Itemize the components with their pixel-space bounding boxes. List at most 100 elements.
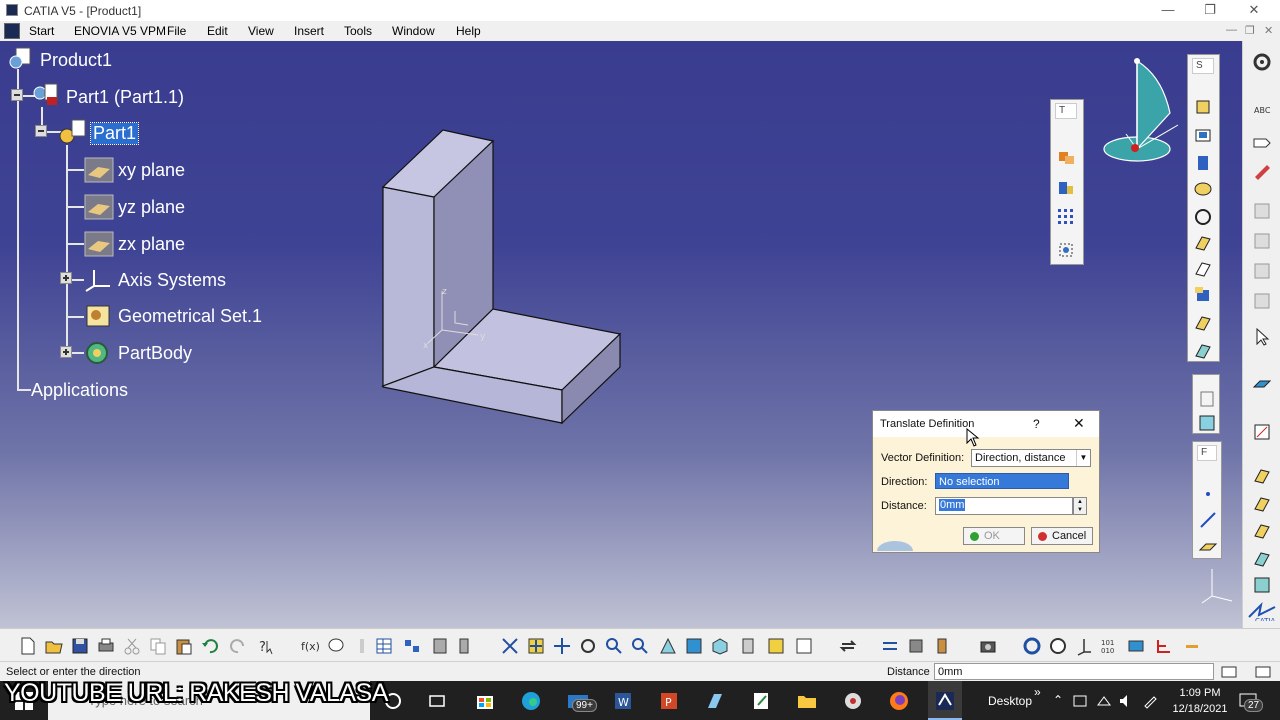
abc-annotation-icon[interactable]: ABC xyxy=(1252,101,1272,121)
hole-icon[interactable] xyxy=(1193,179,1213,199)
swap-visible-icon[interactable] xyxy=(794,636,814,656)
notepad-icon[interactable] xyxy=(750,690,772,712)
tag-icon[interactable] xyxy=(1252,133,1272,153)
save-icon[interactable] xyxy=(70,636,90,656)
direction-field[interactable]: No selection xyxy=(935,473,1069,489)
cut-icon[interactable] xyxy=(122,636,142,656)
tree-node-yz-plane[interactable]: yz plane xyxy=(118,197,185,218)
task-view-icon[interactable] xyxy=(426,690,448,712)
solid-combine-icon[interactable] xyxy=(1193,285,1213,305)
translate-icon[interactable] xyxy=(1056,146,1076,166)
hierarchy-icon[interactable] xyxy=(1154,636,1174,656)
product-icon[interactable] xyxy=(8,47,32,71)
compass-icon[interactable] xyxy=(1103,58,1179,162)
anchor-icon[interactable] xyxy=(906,636,926,656)
remove-multi-section-icon[interactable] xyxy=(1193,341,1213,361)
distance-spinner[interactable]: ▲ ▼ xyxy=(1073,497,1087,515)
hide-show-icon[interactable] xyxy=(766,636,786,656)
solid-d-icon[interactable] xyxy=(1252,549,1272,569)
chevron-double-icon[interactable]: » xyxy=(1034,685,1041,699)
line-icon[interactable] xyxy=(1198,510,1218,530)
mdi-minimize-button[interactable]: — xyxy=(1226,24,1237,36)
pad-icon[interactable] xyxy=(1193,97,1213,117)
menu-tools[interactable]: Tools xyxy=(344,24,372,38)
expand-partbody-toggle[interactable] xyxy=(60,346,72,358)
tree-node-zx-plane[interactable]: zx plane xyxy=(118,234,185,255)
paste-icon[interactable] xyxy=(174,636,194,656)
powerpoint-icon[interactable]: P xyxy=(658,690,680,712)
plane-create-icon[interactable] xyxy=(1198,536,1218,556)
cancel-button[interactable]: Cancel xyxy=(1031,527,1093,545)
minus-icon[interactable] xyxy=(1182,636,1202,656)
part-icon[interactable] xyxy=(58,119,86,144)
zoom-in-icon[interactable] xyxy=(604,636,624,656)
measure-icon[interactable] xyxy=(456,636,476,656)
sketcher-icon[interactable] xyxy=(1252,422,1272,442)
tree-node-geometrical-set[interactable]: Geometrical Set.1 xyxy=(118,306,262,327)
layer-icon[interactable] xyxy=(1126,636,1146,656)
status-tool-a-icon[interactable] xyxy=(1220,664,1238,680)
partbody-icon[interactable] xyxy=(84,339,114,364)
taskbar-clock[interactable]: 1:09 PM 12/18/2021 xyxy=(1170,685,1230,717)
tree-node-partbody[interactable]: PartBody xyxy=(118,343,192,364)
shading-icon[interactable] xyxy=(738,636,758,656)
normal-view-icon[interactable] xyxy=(658,636,678,656)
multi-section-solid-icon[interactable] xyxy=(1193,313,1213,333)
select-arrow-icon[interactable] xyxy=(1252,327,1272,347)
shaft-icon[interactable] xyxy=(1193,153,1213,173)
document-menu-icon[interactable] xyxy=(4,23,20,39)
solid-b-icon[interactable] xyxy=(1252,494,1272,514)
new-file-icon[interactable] xyxy=(18,636,38,656)
binary-icon[interactable]: 101010 xyxy=(1100,636,1120,656)
feature-a-icon[interactable] xyxy=(1252,201,1272,221)
menu-help[interactable]: Help xyxy=(456,24,481,38)
look-at-icon[interactable] xyxy=(1048,636,1068,656)
tree-node-product1[interactable]: Product1 xyxy=(40,50,112,71)
chevron-down-icon[interactable]: ▼ xyxy=(1076,450,1090,466)
draft-icon[interactable] xyxy=(1197,389,1217,409)
minimize-button[interactable]: — xyxy=(1148,1,1188,19)
update-icon[interactable] xyxy=(838,636,858,656)
close-button[interactable]: ✕ xyxy=(1234,1,1274,19)
multi-view-icon[interactable] xyxy=(684,636,704,656)
settings-icon[interactable] xyxy=(1252,52,1272,72)
menu-file[interactable]: File xyxy=(167,24,186,38)
tree-node-axis-systems[interactable]: Axis Systems xyxy=(118,270,226,291)
tree-node-xy-plane[interactable]: xy plane xyxy=(118,160,185,181)
manipulation-icon[interactable] xyxy=(932,636,952,656)
pocket-icon[interactable] xyxy=(1193,125,1213,145)
stiffener-icon[interactable] xyxy=(1193,259,1213,279)
menu-window[interactable]: Window xyxy=(392,24,435,38)
copy-icon[interactable] xyxy=(148,636,168,656)
desktop-label[interactable]: Desktop xyxy=(988,694,1032,708)
distance-input[interactable]: 0mm xyxy=(935,497,1073,515)
part-instance-icon[interactable] xyxy=(33,83,58,107)
network-icon[interactable] xyxy=(1096,693,1112,709)
restore-button[interactable]: ❐ xyxy=(1190,1,1230,19)
ok-button[interactable]: OK xyxy=(963,527,1025,545)
feature-d-icon[interactable] xyxy=(1252,291,1272,311)
store-icon[interactable] xyxy=(474,690,496,712)
plane-icon[interactable] xyxy=(84,194,114,220)
tree-node-part1[interactable]: Part1 xyxy=(89,122,140,145)
axis-view-icon[interactable] xyxy=(1074,636,1094,656)
slot-icon[interactable] xyxy=(1193,233,1213,253)
plane-icon[interactable] xyxy=(84,157,114,183)
tree-node-applications[interactable]: Applications xyxy=(31,380,128,401)
file-explorer-icon[interactable] xyxy=(796,690,818,712)
menu-start[interactable]: Start xyxy=(29,24,54,38)
axis-system-icon[interactable] xyxy=(84,266,114,292)
status-tool-b-icon[interactable] xyxy=(1254,664,1272,680)
solid-e-icon[interactable] xyxy=(1252,575,1272,595)
rotate-view-icon[interactable] xyxy=(578,636,598,656)
expand-axis-systems-toggle[interactable] xyxy=(60,272,72,284)
sketcher-plane-icon[interactable] xyxy=(1252,375,1272,395)
undo-icon[interactable] xyxy=(200,636,220,656)
whats-this-icon[interactable]: ? xyxy=(256,636,276,656)
firefox-icon[interactable] xyxy=(888,690,910,712)
edge-icon[interactable] xyxy=(520,690,542,712)
capture-icon[interactable] xyxy=(978,636,998,656)
collapse-product-toggle[interactable] xyxy=(11,89,23,101)
status-distance-input[interactable]: 0mm xyxy=(934,663,1214,680)
app-blue-icon[interactable] xyxy=(704,690,726,712)
